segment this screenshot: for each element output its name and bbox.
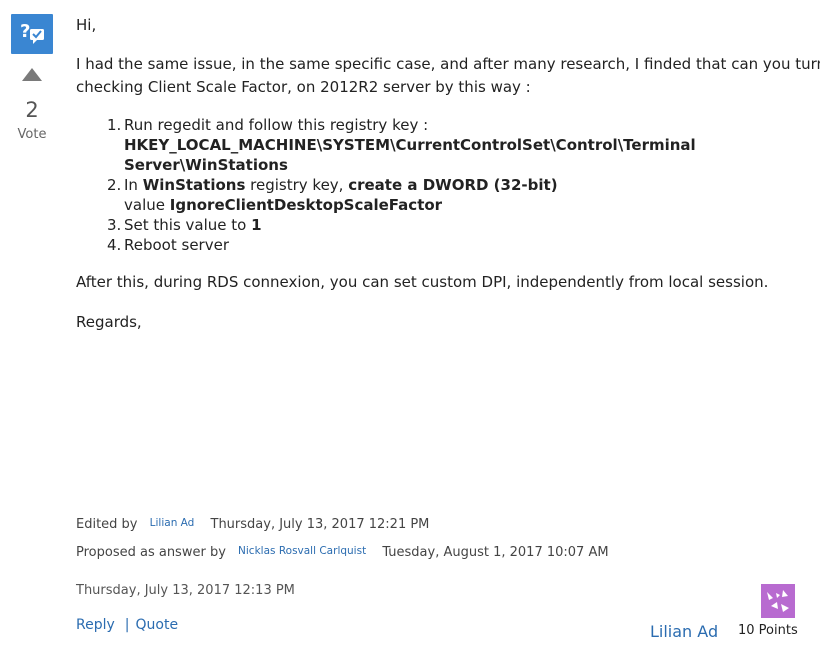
edited-info: Edited by Lilian Ad Thursday, July 13, 2… bbox=[76, 517, 429, 532]
list-item: 1. Run regedit and follow this registry … bbox=[76, 115, 696, 175]
step-bold-value: 1 bbox=[251, 216, 262, 234]
step-bold-winstations: WinStations bbox=[142, 176, 246, 194]
step-number: 2. bbox=[107, 176, 122, 194]
author-name-link[interactable]: Lilian Ad bbox=[650, 622, 718, 641]
list-item: 4. Reboot server bbox=[76, 235, 696, 255]
vote-count: 2 bbox=[25, 98, 39, 122]
proposed-info: Proposed as answer by Nicklas Rosvall Ca… bbox=[76, 545, 609, 560]
post-timestamp: Thursday, July 13, 2017 12:13 PM bbox=[76, 583, 295, 598]
edited-date: Thursday, July 13, 2017 12:21 PM bbox=[210, 517, 430, 532]
post-intro-line-1: I had the same issue, in the same specif… bbox=[76, 55, 820, 73]
step-text: Reboot server bbox=[124, 236, 229, 254]
step-number: 1. bbox=[107, 116, 122, 134]
step-number: 4. bbox=[107, 236, 122, 254]
step-bold-dword: create a DWORD (32-bit) bbox=[348, 176, 558, 194]
reply-link[interactable]: Reply bbox=[76, 617, 115, 633]
step-text: Set this value to bbox=[124, 216, 252, 234]
list-item: 2. In WinStations registry key, create a… bbox=[76, 175, 696, 215]
post-regards: Regards, bbox=[76, 313, 142, 331]
author-points: 10 Points bbox=[738, 623, 798, 638]
step-text: value bbox=[124, 196, 170, 214]
vote-label: Vote bbox=[17, 127, 47, 142]
question-answered-icon: ? bbox=[11, 14, 53, 54]
list-item: 3. Set this value to 1 bbox=[76, 215, 696, 235]
steps-list: 1. Run regedit and follow this registry … bbox=[76, 115, 696, 255]
user-avatar[interactable] bbox=[761, 584, 795, 618]
step-text: In bbox=[124, 176, 143, 194]
post-after-text: After this, during RDS connexion, you ca… bbox=[76, 273, 769, 291]
registry-key-line-2: Server\WinStations bbox=[124, 156, 288, 174]
post-actions: Reply | Quote bbox=[76, 617, 178, 633]
post-greeting: Hi, bbox=[76, 16, 97, 34]
quote-link[interactable]: Quote bbox=[136, 617, 179, 633]
step-number: 3. bbox=[107, 216, 122, 234]
step-bold-value-name: IgnoreClientDesktopScaleFactor bbox=[169, 196, 443, 214]
step-text: registry key, bbox=[245, 176, 349, 194]
action-separator: | bbox=[124, 617, 130, 633]
proposed-date: Tuesday, August 1, 2017 10:07 AM bbox=[382, 545, 609, 560]
proposed-label: Proposed as answer by bbox=[76, 545, 226, 560]
registry-key-line-1: HKEY_LOCAL_MACHINE\SYSTEM\CurrentControl… bbox=[124, 136, 696, 154]
svg-text:?: ? bbox=[20, 21, 30, 42]
edited-label: Edited by bbox=[76, 517, 138, 532]
upvote-arrow-icon[interactable] bbox=[22, 68, 42, 81]
post-intro-line-2: checking Client Scale Factor, on 2012R2 … bbox=[76, 78, 531, 96]
post-intro: I had the same issue, in the same specif… bbox=[76, 53, 820, 99]
edited-user-link[interactable]: Lilian Ad bbox=[150, 517, 195, 529]
step-text: Run regedit and follow this registry key… bbox=[124, 116, 429, 134]
proposed-user-link[interactable]: Nicklas Rosvall Carlquist bbox=[238, 545, 366, 557]
